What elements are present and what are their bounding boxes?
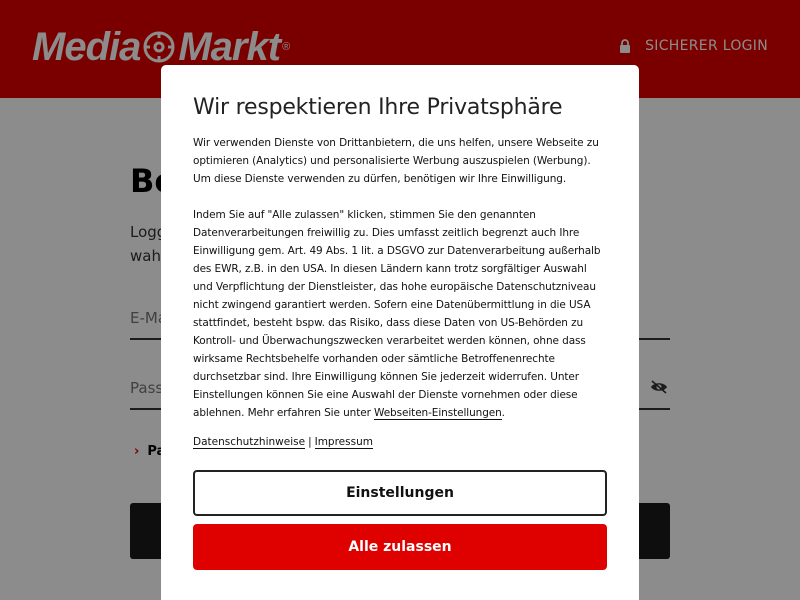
settings-button[interactable]: Einstellungen [193,470,607,516]
dialog-body: Wir verwenden Dienste von Drittanbietern… [193,134,607,422]
dialog-paragraph-1: Wir verwenden Dienste von Drittanbietern… [193,137,599,185]
dialog-paragraph-2-text: Indem Sie auf "Alle zulassen" klicken, s… [193,209,601,419]
dialog-paragraph-2: Indem Sie auf "Alle zulassen" klicken, s… [193,206,607,422]
legal-links-separator: | [308,436,312,448]
privacy-notice-link[interactable]: Datenschutzhinweise [193,436,306,449]
privacy-consent-dialog: Wir respektieren Ihre Privatsphäre Wir v… [161,65,639,600]
legal-links: Datenschutzhinweise | Impressum [193,436,607,449]
imprint-link[interactable]: Impressum [314,436,373,449]
accept-all-button[interactable]: Alle zulassen [193,524,607,570]
dialog-paragraph-2-end: . [501,407,505,419]
website-settings-link[interactable]: Webseiten-Einstellungen [374,407,502,420]
dialog-title: Wir respektieren Ihre Privatsphäre [193,95,563,120]
